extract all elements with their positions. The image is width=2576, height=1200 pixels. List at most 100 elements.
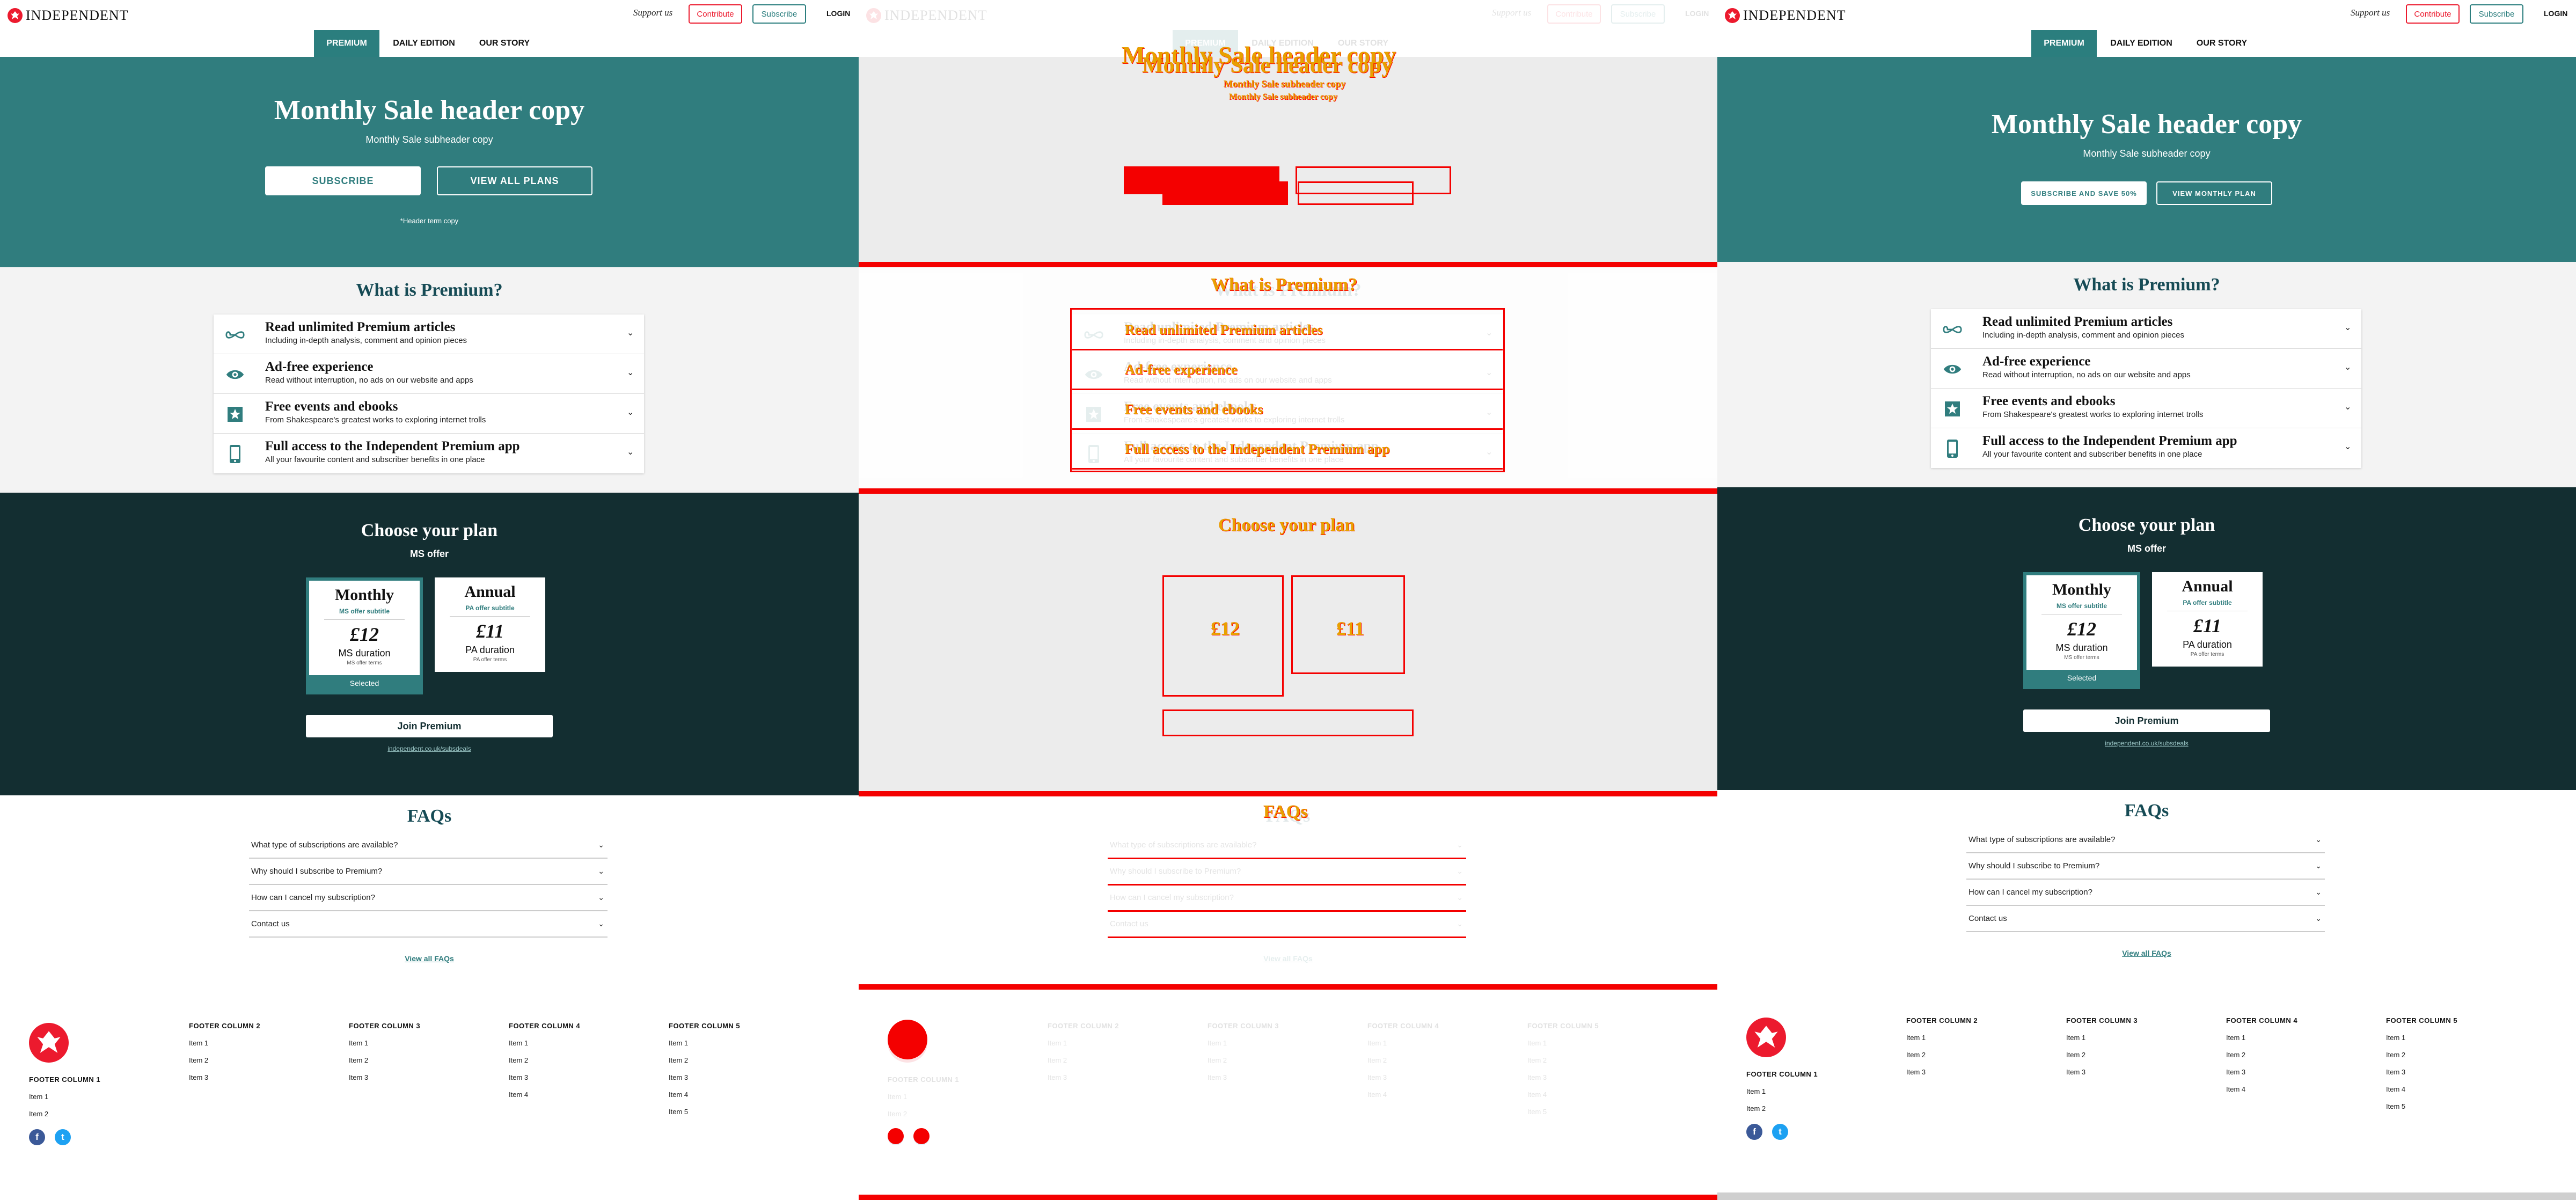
view-all-faqs-link[interactable]: View all FAQs: [859, 954, 1717, 963]
footer-link[interactable]: Item 4: [1367, 1091, 1439, 1099]
logo[interactable]: INDEPENDENT: [866, 8, 987, 24]
footer-link[interactable]: Item 2: [189, 1056, 260, 1064]
logo[interactable]: INDEPENDENT: [1725, 8, 1846, 24]
faq-item[interactable]: How can I cancel my subscription? ⌄: [249, 886, 608, 911]
faq-item[interactable]: What type of subscriptions are available…: [249, 833, 608, 859]
footer-link[interactable]: Item 2: [888, 1110, 959, 1118]
footer-link[interactable]: Item 1: [1906, 1034, 1978, 1042]
hero-subscribe-button[interactable]: SUBSCRIBE AND SAVE 50%: [2021, 181, 2147, 205]
login-link[interactable]: LOGIN: [826, 9, 850, 18]
footer-link[interactable]: Item 1: [349, 1039, 420, 1047]
feature-item[interactable]: Read unlimited Premium articles Includin…: [214, 314, 644, 354]
contribute-button[interactable]: Contribute: [2406, 4, 2460, 24]
tab-daily-edition[interactable]: DAILY EDITION: [2103, 30, 2180, 57]
subscribe-button[interactable]: Subscribe: [2470, 4, 2523, 24]
faq-item[interactable]: How can I cancel my subscription? ⌄: [1108, 886, 1466, 911]
facebook-icon[interactable]: f: [1746, 1124, 1762, 1140]
tab-premium[interactable]: PREMIUM: [314, 30, 379, 57]
subsdeals-link[interactable]: independent.co.uk/subsdeals: [0, 745, 859, 752]
feature-item[interactable]: Free events and ebooks From Shakespeare'…: [1931, 389, 2361, 428]
footer-link[interactable]: Item 2: [669, 1056, 740, 1064]
feature-item[interactable]: Full access to the Independent Premium a…: [214, 434, 644, 473]
logo[interactable]: INDEPENDENT: [8, 8, 129, 24]
contribute-button[interactable]: Contribute: [689, 4, 742, 24]
footer-link[interactable]: Item 3: [1906, 1068, 1978, 1076]
faq-item[interactable]: Contact us ⌄: [1108, 912, 1466, 938]
login-link[interactable]: LOGIN: [1685, 9, 1709, 18]
footer-link[interactable]: Item 2: [1527, 1056, 1599, 1064]
footer-link[interactable]: Item 2: [1746, 1104, 1818, 1113]
subscribe-button[interactable]: Subscribe: [1611, 4, 1665, 24]
view-all-faqs-link[interactable]: View all FAQs: [0, 954, 859, 963]
footer-link[interactable]: Item 5: [2386, 1102, 2457, 1110]
footer-link[interactable]: Item 1: [29, 1093, 100, 1101]
footer-link[interactable]: Item 3: [189, 1073, 260, 1081]
faq-item[interactable]: What type of subscriptions are available…: [1966, 828, 2325, 853]
feature-item[interactable]: Read unlimited Premium articles Includin…: [1931, 309, 2361, 349]
faq-item[interactable]: Contact us ⌄: [249, 912, 608, 938]
hero-subscribe-button[interactable]: SUBSCRIBE: [265, 166, 421, 195]
feature-item[interactable]: Ad-free experience Read without interrup…: [214, 354, 644, 394]
footer-link[interactable]: Item 1: [2066, 1034, 2138, 1042]
footer-link[interactable]: Item 1: [189, 1039, 260, 1047]
footer-link[interactable]: Item 2: [2066, 1051, 2138, 1059]
footer-link[interactable]: Item 4: [1527, 1091, 1599, 1099]
footer-link[interactable]: Item 4: [509, 1091, 580, 1099]
twitter-icon[interactable]: t: [1772, 1124, 1788, 1140]
twitter-icon[interactable]: t: [55, 1129, 71, 1145]
footer-link[interactable]: Item 1: [1527, 1039, 1599, 1047]
footer-link[interactable]: Item 4: [2386, 1085, 2457, 1093]
footer-link[interactable]: Item 3: [2066, 1068, 2138, 1076]
footer-link[interactable]: Item 2: [509, 1056, 580, 1064]
footer-link[interactable]: Item 2: [1906, 1051, 1978, 1059]
feature-item[interactable]: Free events and ebooks From Shakespeare'…: [214, 394, 644, 434]
faq-item[interactable]: How can I cancel my subscription? ⌄: [1966, 880, 2325, 906]
plan-card-annual[interactable]: Annual PA offer subtitle £11 PA duration…: [2152, 572, 2263, 667]
footer-link[interactable]: Item 3: [509, 1073, 580, 1081]
subsdeals-link[interactable]: independent.co.uk/subsdeals: [1717, 740, 2576, 747]
tab-our-story[interactable]: OUR STORY: [472, 30, 537, 57]
view-all-faqs-link[interactable]: View all FAQs: [1717, 949, 2576, 957]
faq-item[interactable]: Contact us ⌄: [1966, 906, 2325, 932]
footer-link[interactable]: Item 3: [1527, 1073, 1599, 1081]
footer-link[interactable]: Item 2: [1208, 1056, 1279, 1064]
plan-card-monthly[interactable]: Monthly MS offer subtitle £12 MS duratio…: [2023, 572, 2140, 689]
tab-our-story[interactable]: OUR STORY: [2190, 30, 2254, 57]
faq-item[interactable]: What type of subscriptions are available…: [1108, 833, 1466, 859]
facebook-icon[interactable]: f: [29, 1129, 45, 1145]
footer-link[interactable]: Item 1: [1367, 1039, 1439, 1047]
hero-view-plans-button[interactable]: VIEW ALL PLANS: [437, 166, 592, 195]
tab-premium[interactable]: PREMIUM: [2031, 30, 2097, 57]
footer-link[interactable]: Item 3: [2386, 1068, 2457, 1076]
faq-item[interactable]: Why should I subscribe to Premium? ⌄: [249, 859, 608, 885]
plan-card-annual[interactable]: Annual PA offer subtitle £11 PA duration…: [435, 577, 545, 672]
footer-link[interactable]: Item 5: [669, 1108, 740, 1116]
footer-link[interactable]: Item 3: [2226, 1068, 2297, 1076]
footer-link[interactable]: Item 1: [888, 1093, 959, 1101]
feature-item[interactable]: Full access to the Independent Premium a…: [1931, 428, 2361, 468]
feature-item[interactable]: Ad-free experience Read without interrup…: [1931, 349, 2361, 389]
join-premium-button[interactable]: Join Premium: [2023, 709, 2270, 732]
hero-view-plans-button[interactable]: VIEW MONTHLY PLAN: [2156, 181, 2272, 205]
footer-link[interactable]: Item 2: [1048, 1056, 1119, 1064]
footer-link[interactable]: Item 3: [1048, 1073, 1119, 1081]
plan-card-monthly[interactable]: Monthly MS offer subtitle £12 MS duratio…: [306, 577, 423, 694]
join-premium-button[interactable]: Join Premium: [306, 715, 553, 737]
faq-item[interactable]: Why should I subscribe to Premium? ⌄: [1108, 859, 1466, 885]
footer-link[interactable]: Item 3: [1208, 1073, 1279, 1081]
login-link[interactable]: LOGIN: [2544, 9, 2567, 18]
footer-link[interactable]: Item 1: [2226, 1034, 2297, 1042]
footer-link[interactable]: Item 2: [349, 1056, 420, 1064]
contribute-button[interactable]: Contribute: [1547, 4, 1601, 24]
tab-daily-edition[interactable]: DAILY EDITION: [385, 30, 463, 57]
footer-link[interactable]: Item 3: [349, 1073, 420, 1081]
footer-link[interactable]: Item 1: [1746, 1087, 1818, 1095]
footer-link[interactable]: Item 2: [2386, 1051, 2457, 1059]
footer-link[interactable]: Item 1: [669, 1039, 740, 1047]
footer-link[interactable]: Item 2: [1367, 1056, 1439, 1064]
footer-link[interactable]: Item 3: [669, 1073, 740, 1081]
footer-link[interactable]: Item 2: [2226, 1051, 2297, 1059]
footer-link[interactable]: Item 2: [29, 1110, 100, 1118]
footer-link[interactable]: Item 4: [669, 1091, 740, 1099]
footer-link[interactable]: Item 4: [2226, 1085, 2297, 1093]
